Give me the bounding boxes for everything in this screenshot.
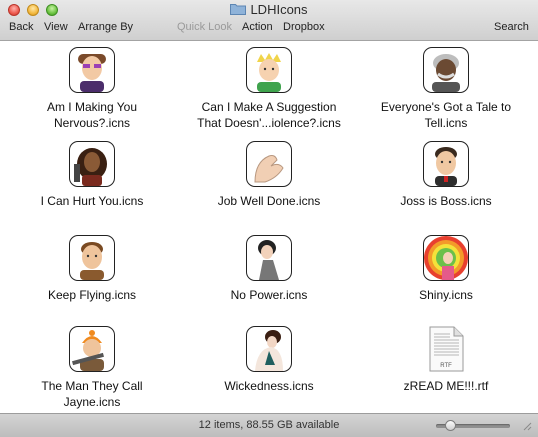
file-item[interactable]: I Can Hurt You.icns — [7, 141, 177, 209]
file-item[interactable]: Shiny.icns — [361, 235, 531, 303]
window-title: LDHIcons — [0, 2, 538, 17]
jayne-icon — [69, 326, 115, 372]
file-name: Am I Making You Nervous?.icns — [46, 100, 138, 130]
rtf-document-icon: RTF — [428, 326, 464, 372]
file-name: Keep Flying.icns — [47, 288, 137, 302]
face-icon — [246, 47, 292, 93]
file-item[interactable]: Keep Flying.icns — [7, 235, 177, 303]
action-button[interactable]: Action — [242, 21, 273, 33]
rainbow-girl-icon — [423, 235, 469, 281]
hands-icon — [246, 141, 292, 187]
file-name: Joss is Boss.icns — [400, 194, 492, 208]
file-name: I Can Hurt You.icns — [40, 194, 144, 208]
file-item[interactable]: Joss is Boss.icns — [361, 141, 531, 209]
window-title-text: LDHIcons — [250, 2, 308, 17]
file-item[interactable]: RTF zREAD ME!!!.rtf — [361, 326, 531, 394]
file-name: The Man They Call Jayne.icns — [41, 379, 143, 409]
face-icon — [69, 47, 115, 93]
file-item[interactable]: Am I Making You Nervous?.icns — [7, 47, 177, 131]
wickedness-icon — [246, 326, 292, 372]
quick-look-button[interactable]: Quick Look — [177, 21, 232, 33]
file-name: Can I Make A Suggestion That Doesn'...iol… — [197, 100, 341, 130]
face-icon — [423, 47, 469, 93]
file-name: Wickedness.icns — [224, 379, 314, 393]
rtf-badge: RTF — [440, 363, 452, 369]
file-name: zREAD ME!!!.rtf — [403, 379, 489, 393]
file-name: Job Well Done.icns — [217, 194, 321, 208]
file-item[interactable]: Job Well Done.icns — [184, 141, 354, 209]
face-icon — [69, 141, 115, 187]
file-name: No Power.icns — [230, 288, 308, 302]
face-icon — [423, 141, 469, 187]
file-item[interactable]: The Man They Call Jayne.icns — [7, 326, 177, 410]
folder-icon — [230, 4, 247, 15]
back-button[interactable]: Back — [9, 21, 33, 33]
file-item[interactable]: No Power.icns — [184, 235, 354, 303]
file-name: Everyone's Got a Tale to Tell.icns — [380, 100, 512, 130]
file-item[interactable]: Can I Make A Suggestion That Doesn'...iol… — [184, 47, 354, 131]
view-button[interactable]: View — [44, 21, 68, 33]
file-name: Shiny.icns — [419, 288, 473, 302]
finder-window: LDHIcons Back View Arrange By Quick Look… — [0, 0, 538, 437]
file-item[interactable]: Everyone's Got a Tale to Tell.icns — [361, 47, 531, 131]
icon-size-slider-thumb[interactable] — [445, 420, 456, 431]
file-icon-grid: Am I Making You Nervous?.icns Can I Make … — [0, 41, 538, 413]
arrange-by-button[interactable]: Arrange By — [78, 21, 133, 33]
file-item[interactable]: Wickedness.icns — [184, 326, 354, 394]
status-bar: 12 items, 88.55 GB available — [0, 413, 538, 437]
title-bar: LDHIcons Back View Arrange By Quick Look… — [0, 0, 538, 41]
girl-icon — [246, 235, 292, 281]
search-button[interactable]: Search — [494, 21, 529, 33]
dropbox-button[interactable]: Dropbox — [283, 21, 325, 33]
face-icon — [69, 235, 115, 281]
resize-grip-icon[interactable] — [522, 420, 532, 432]
